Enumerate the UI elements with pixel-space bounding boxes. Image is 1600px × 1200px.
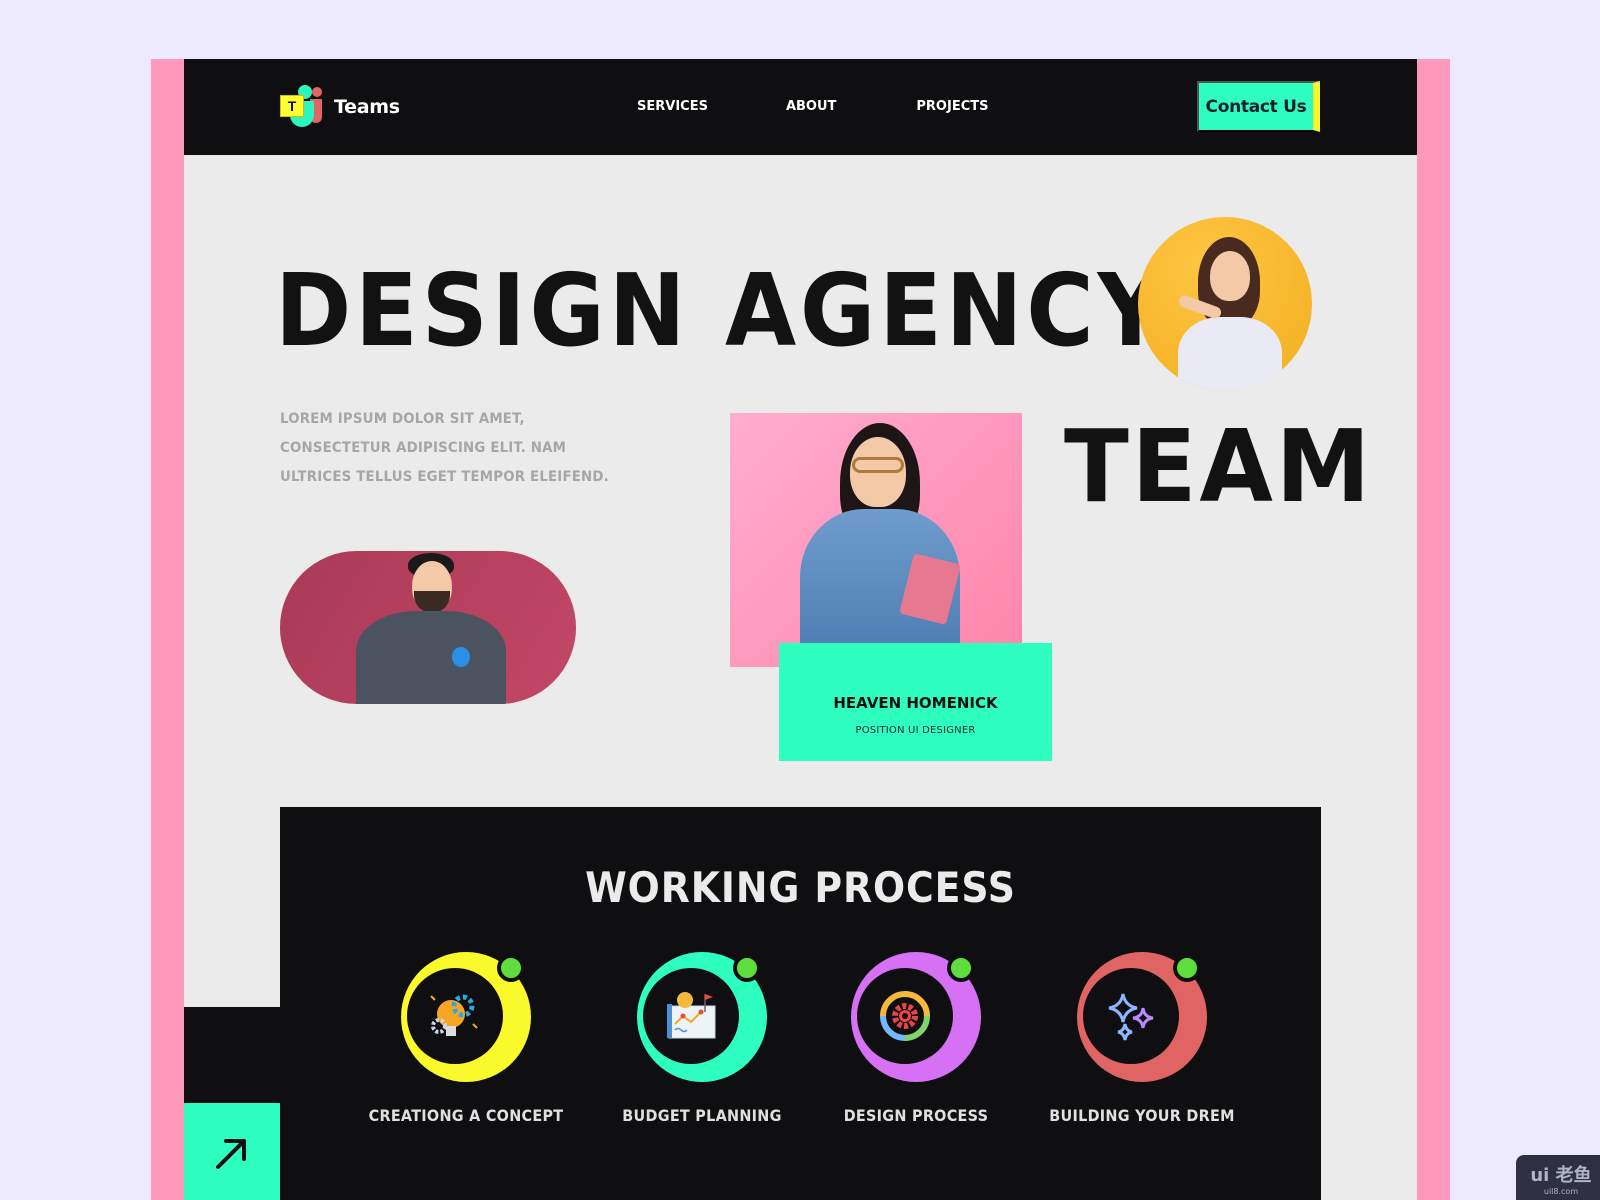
- arrow-button[interactable]: [184, 1103, 280, 1200]
- hero-title-line2: TEAM: [1064, 408, 1374, 525]
- step-label: DESIGN PROCESS: [843, 1106, 989, 1125]
- planning-chart-icon: [667, 992, 716, 1039]
- process-step[interactable]: BUDGET PLANNING: [592, 952, 812, 1125]
- watermark-url: uil8.com: [1543, 1187, 1579, 1196]
- process-step[interactable]: DESIGN PROCESS: [806, 952, 1026, 1125]
- status-dot: [733, 954, 761, 982]
- man-globe-photo: [280, 551, 576, 704]
- member-role: POSITION UI DESIGNER: [855, 725, 976, 736]
- team-member-card: HEAVEN HOMENICK POSITION UI DESIGNER: [779, 643, 1052, 761]
- gear-cycle-icon: [880, 991, 930, 1041]
- status-dot: [497, 954, 525, 982]
- nav-link-projects[interactable]: PROJECTS: [916, 99, 988, 114]
- watermark-text: ui 老鱼: [1530, 1165, 1592, 1186]
- nav-link-services[interactable]: SERVICES: [637, 99, 708, 114]
- step-label: CREATIONG A CONCEPT: [368, 1106, 564, 1125]
- logo-text: Teams: [334, 96, 400, 118]
- sparkles-icon: [1108, 993, 1154, 1041]
- arrow-up-right-icon: [216, 1139, 246, 1169]
- step-label: BUILDING YOUR DREM: [1049, 1106, 1235, 1125]
- top-nav: T Teams SERVICES ABOUT PROJECTS Contact …: [184, 59, 1417, 155]
- watermark-badge: ui 老鱼 uil8.com: [1516, 1155, 1600, 1200]
- process-step[interactable]: BUILDING YOUR DREM: [1032, 952, 1252, 1125]
- landing-page: T Teams SERVICES ABOUT PROJECTS Contact …: [184, 59, 1417, 1200]
- step-label: BUDGET PLANNING: [622, 1106, 782, 1125]
- lightbulb-gears-icon: [430, 994, 478, 1036]
- nav-link-about[interactable]: ABOUT: [786, 99, 836, 114]
- member-name: HEAVEN HOMENICK: [833, 694, 998, 712]
- nav-links: SERVICES ABOUT PROJECTS: [637, 99, 988, 114]
- teams-logo-icon: T: [280, 85, 326, 129]
- status-dot: [947, 954, 975, 982]
- status-dot: [1173, 954, 1201, 982]
- woman-tablet-photo: [730, 413, 1022, 667]
- logo[interactable]: T Teams: [280, 85, 400, 129]
- hero-title-line1: DESIGN AGENCY: [275, 252, 1168, 369]
- contact-us-button[interactable]: Contact Us: [1197, 81, 1320, 132]
- process-title: WORKING PROCESS: [585, 863, 1016, 912]
- working-process-section: WORKING PROCESS CREATIONG A CONCEPT BUDG…: [280, 807, 1321, 1200]
- process-step[interactable]: CREATIONG A CONCEPT: [356, 952, 576, 1125]
- hero-description: LOREM IPSUM DOLOR SIT AMET, CONSECTETUR …: [280, 411, 609, 485]
- woman-pointing-photo: [1138, 217, 1312, 391]
